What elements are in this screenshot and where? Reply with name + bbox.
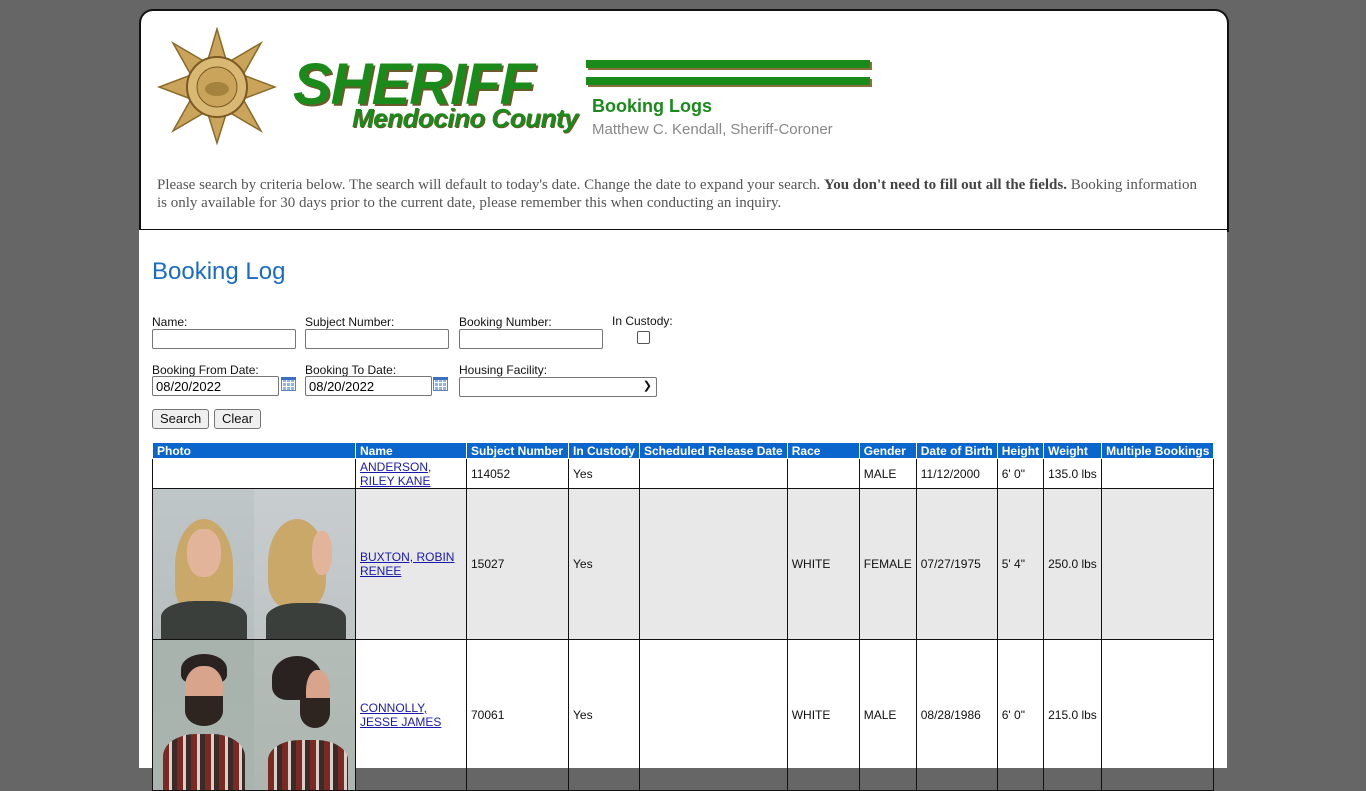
column-header: Name <box>355 443 467 459</box>
subject-number-cell: 114052 <box>466 458 569 489</box>
logo-county-text: Mendocino County <box>352 103 578 133</box>
race-cell <box>786 458 860 489</box>
in-custody-cell: Yes <box>568 458 640 489</box>
booking-to-date-label: Booking To Date: <box>305 363 397 377</box>
in-custody-cell: Yes <box>568 488 640 640</box>
dob-cell: 11/12/2000 <box>915 458 998 489</box>
booking-results-table: Photo Name Subject Number In Custody Sch… <box>152 443 1215 791</box>
logo-stripe <box>586 60 870 68</box>
booking-number-label: Booking Number: <box>459 315 552 329</box>
multiple-bookings-cell <box>1101 488 1215 640</box>
gender-cell: MALE <box>858 458 917 489</box>
booking-number-input[interactable] <box>459 329 603 349</box>
name-label: Name: <box>152 315 188 329</box>
mugshot-photo[interactable] <box>153 489 355 639</box>
column-header: Multiple Bookings <box>1101 443 1215 459</box>
column-header: Race <box>786 443 860 459</box>
site-header: SHERIFF Mendocino County Booking Logs Ma… <box>139 9 1229 232</box>
subject-number-cell: 15027 <box>466 488 569 640</box>
intro-part1: Please search by criteria below. The sea… <box>157 177 825 193</box>
name-cell: BUXTON, ROBIN RENEE <box>355 488 467 640</box>
weight-cell: 250.0 lbs <box>1043 488 1103 640</box>
inmate-name-link[interactable]: ANDERSON, RILEY KANE <box>360 460 431 488</box>
photo-cell <box>152 458 356 489</box>
release-date-cell <box>639 458 788 489</box>
intro-bold: You don't need to fill out all the field… <box>824 177 1067 193</box>
mugshot-front <box>153 489 254 639</box>
table-row: ANDERSON, RILEY KANE 114052 Yes MALE 11/… <box>152 458 1215 489</box>
search-button[interactable]: Search <box>152 409 210 429</box>
main-content: Booking Log Name: Subject Number: Bookin… <box>139 230 1227 791</box>
name-cell: ANDERSON, RILEY KANE <box>355 458 467 489</box>
clear-button[interactable]: Clear <box>214 409 262 429</box>
column-header: Height <box>996 443 1045 459</box>
photo-cell <box>152 488 356 640</box>
logo-stripe <box>586 77 870 85</box>
in-custody-label: In Custody: <box>612 314 673 328</box>
table-header-row: Photo Name Subject Number In Custody Sch… <box>152 443 1215 459</box>
weight-cell: 135.0 lbs <box>1043 458 1103 489</box>
inmate-name-link[interactable]: CONNOLLY, JESSE JAMES <box>360 701 441 729</box>
booking-to-date-input[interactable] <box>305 376 432 396</box>
housing-facility-select[interactable]: ❯ <box>459 377 657 397</box>
booking-from-date-label: Booking From Date: <box>152 363 259 377</box>
height-cell: 6' 0" <box>996 458 1045 489</box>
column-header: Gender <box>858 443 917 459</box>
column-header: In Custody <box>568 443 640 459</box>
subject-number-label: Subject Number: <box>305 315 395 329</box>
release-date-cell <box>639 488 788 640</box>
intro-text: Please search by criteria below. The sea… <box>157 176 1207 212</box>
race-cell: WHITE <box>786 488 860 640</box>
booking-from-date-input[interactable] <box>152 376 279 396</box>
page-title: Booking Log <box>152 258 286 285</box>
gender-cell: FEMALE <box>858 488 917 640</box>
inmate-name-link[interactable]: BUXTON, ROBIN RENEE <box>360 550 454 578</box>
housing-facility-label: Housing Facility: <box>459 363 548 377</box>
name-input[interactable] <box>152 329 296 349</box>
calendar-icon[interactable] <box>433 377 448 391</box>
column-header: Date of Birth <box>915 443 998 459</box>
subject-number-input[interactable] <box>305 329 449 349</box>
height-cell: 5' 4" <box>996 488 1045 640</box>
sheriff-name: Matthew C. Kendall, Sheriff-Coroner <box>592 121 833 138</box>
sheriff-badge-logo <box>157 27 277 145</box>
table-row: BUXTON, ROBIN RENEE 15027 Yes WHITE FEMA… <box>152 488 1215 640</box>
chevron-down-icon: ❯ <box>642 380 652 392</box>
in-custody-checkbox[interactable] <box>637 331 650 344</box>
column-header: Subject Number <box>466 443 569 459</box>
mugshot-profile <box>254 489 355 639</box>
column-header: Photo <box>152 443 356 459</box>
column-header: Weight <box>1043 443 1103 459</box>
section-title: Booking Logs <box>592 96 712 116</box>
column-header: Scheduled Release Date <box>639 443 788 459</box>
dob-cell: 07/27/1975 <box>915 488 998 640</box>
multiple-bookings-cell <box>1101 458 1215 489</box>
calendar-icon[interactable] <box>281 377 296 391</box>
